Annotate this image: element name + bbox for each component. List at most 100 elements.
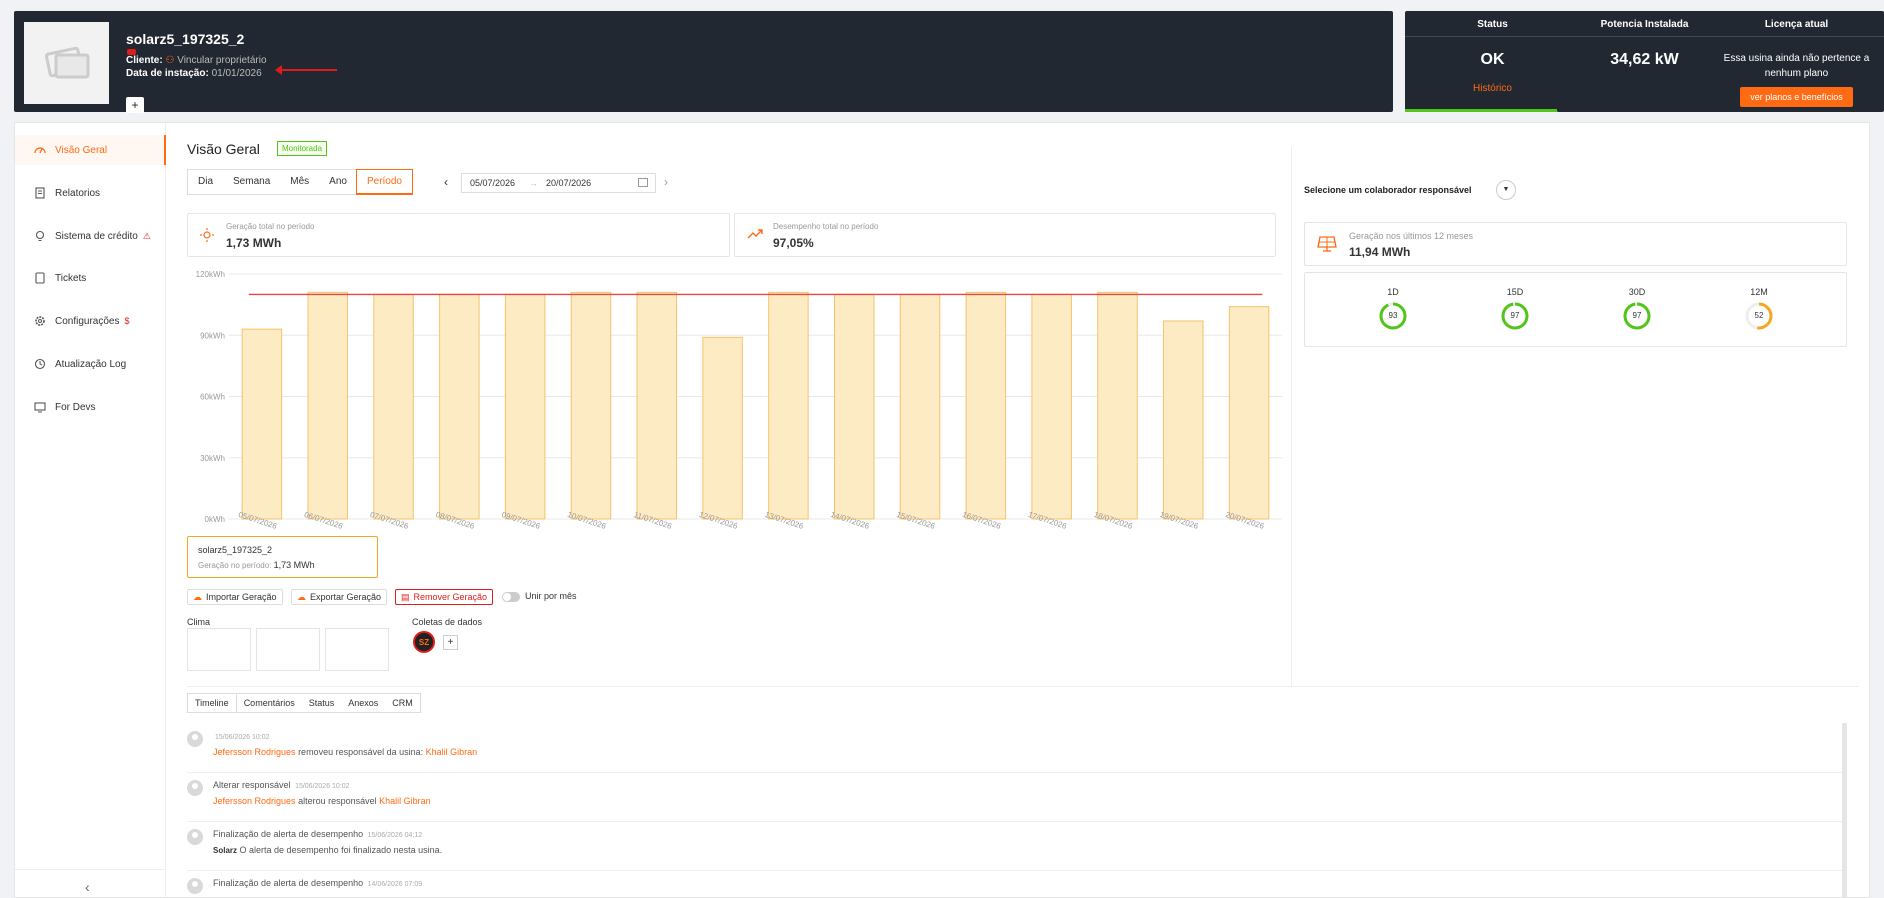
desempenho-total-label: Desempenho total no período [773,222,879,231]
geracao-total-value: 1,73 MWh [226,236,282,250]
chart-bar [965,291,1007,520]
timeline-text: alterou responsável [298,796,377,806]
gauge-label: 15D [1506,287,1524,297]
tab-ano[interactable]: Ano [319,170,357,194]
importar-geracao-button[interactable]: ☁ Importar Geração [187,589,283,605]
tab-anexos[interactable]: Anexos [341,694,385,712]
dashboard-icon [33,143,47,157]
remover-geracao-button[interactable]: ▤ Remover Geração [395,589,494,605]
timeline-target[interactable]: Khalil Gibran [426,747,478,757]
date-end[interactable]: 20/07/2026 [546,178,591,188]
timeline-title: Finalização de alerta de desempenho 14/0… [213,878,422,888]
solar-panel-icon [1317,235,1337,256]
desempenho-total-value: 97,05% [773,236,814,250]
exportar-geracao-button[interactable]: ☁ Exportar Geração [291,589,388,605]
sidebar-item-tickets[interactable]: Tickets [15,263,166,293]
tab-periodo[interactable]: Período [355,169,413,195]
sidebar-item-label: Visão Geral [55,144,108,156]
plant-legend-label: Geração no período: [198,561,272,570]
timeline-text: removeu responsável da usina: [298,747,424,757]
collab-label: Selecione um colaborador responsável [1304,185,1472,195]
y-tick-label: 60kWh [200,393,225,402]
sidebar-item-configuracoes[interactable]: Configurações $ [15,306,166,336]
chart-bar [833,293,875,520]
timeline-heading: Finalização de alerta de desempenho [213,829,364,839]
chart-bar [307,291,348,520]
historico-link[interactable]: Histórico [1405,83,1580,94]
date-start[interactable]: 05/07/2026 [470,178,515,188]
next-period-button[interactable]: › [664,175,668,189]
gear-icon [33,314,47,328]
add-button[interactable]: + [126,97,144,113]
chart-bar [504,293,546,520]
unir-por-mes-label: Unir por mês [525,591,577,601]
document-icon [33,186,47,200]
coleta-avatar[interactable]: SZ [413,631,435,653]
remover-geracao-label: Remover Geração [413,592,488,602]
gauge-30d: 30D 97 [1617,287,1657,331]
horizontal-divider [187,686,1859,687]
chart-bar [570,291,612,520]
tab-timeline[interactable]: Timeline [188,694,237,712]
timeline-title: 15/06/2026 10:02 [213,731,270,741]
timeline-body: Jefersson Rodrigues alterou responsável … [213,796,431,806]
timeline-timestamp: 15/06/2026 04:12 [367,832,423,839]
collab-dropdown-button[interactable]: ▼ [1496,180,1516,200]
add-coleta-button[interactable]: + [443,635,458,650]
gauge-label: 30D [1628,287,1646,297]
clima-box [187,628,251,671]
gauge-ring: 97 [1622,301,1652,331]
vincular-proprietario-link[interactable]: Vincular proprietário [177,55,266,66]
main-panel: Visão Geral Relatorios Sistema de crédit… [14,122,1870,898]
tab-dia[interactable]: Dia [188,170,223,194]
cloud-download-icon: ☁ [193,591,202,602]
tab-semana[interactable]: Semana [223,170,280,194]
clima-box [325,628,389,671]
user-add-icon: ⚇ [165,55,175,66]
tab-status[interactable]: Status [302,694,342,712]
timeline-timestamp: 15/06/2026 10:02 [295,783,350,790]
timeline-heading: Finalização de alerta de desempenho [213,878,364,888]
collapse-sidebar-button[interactable]: ‹ [85,879,90,895]
tab-crm[interactable]: CRM [385,694,420,712]
timeline-entry: Finalização de alerta de desempenho 14/0… [187,878,1847,898]
gauge-15d: 15D 97 [1495,287,1535,331]
unir-por-mes-toggle[interactable] [502,592,520,602]
chart-bar [768,291,809,520]
plant-legend-card[interactable]: solarz5_197325_2 Geração no período: 1,7… [187,536,378,578]
chart-bar [636,291,678,520]
sidebar-item-atualizacao-log[interactable]: Atualização Log [15,349,166,379]
sidebar-item-label: Configurações [55,315,120,327]
trash-icon: ▤ [401,591,410,602]
gen12-card: Geração nos últimos 12 meses 11,94 MWh [1304,222,1847,266]
plant-thumbnail[interactable] [24,22,109,104]
tab-mes[interactable]: Mês [280,170,319,194]
prev-period-button[interactable]: ‹ [444,175,448,189]
sidebar-item-label: Sistema de crédito [55,230,138,242]
licenca-text: Essa usina ainda não pertence a nenhum p… [1723,53,1870,79]
timeline-scrollbar[interactable] [1842,723,1847,898]
gauge-12m: 12M 52 [1739,287,1779,331]
sidebar-item-relatorios[interactable]: Relatorios [15,178,166,208]
geracao-total-label: Geração total no período [226,222,315,231]
timeline-entry: 15/06/2026 10:02 Jefersson Rodrigues rem… [187,731,1847,773]
tab-comentarios[interactable]: Comentários [237,694,302,712]
ver-planos-button[interactable]: ver planos e benefícios [1740,87,1853,107]
timeline-text: O alerta de desempenho foi finalizado ne… [239,845,443,855]
sidebar-item-for-devs[interactable]: For Devs [15,392,166,422]
timeline-target[interactable]: Khalil Gibran [379,796,431,806]
sidebar-item-sistema-credito[interactable]: Sistema de crédito ⚠ [15,221,166,251]
gen12-value: 11,94 MWh [1349,245,1411,259]
gauge-value: 93 [1388,311,1398,320]
y-tick-label: 120kWh [196,270,225,279]
app-root: solarz5_197325_2 Cliente: ⚇ Vincular pro… [0,0,1884,898]
avatar [187,780,203,796]
timeline-actor[interactable]: Jefersson Rodrigues [213,796,296,806]
timeline-actor[interactable]: Jefersson Rodrigues [213,747,296,757]
gauge-value: 52 [1754,311,1764,320]
exportar-geracao-label: Exportar Geração [310,592,382,602]
timeline-title: Alterar responsável 15/06/2026 10:02 [213,780,350,790]
sidebar-item-visao-geral[interactable]: Visão Geral [15,135,166,165]
status-card: Status OK Histórico [1405,11,1580,112]
date-range-picker[interactable]: 05/07/2026 → 20/07/2026 [461,173,656,193]
